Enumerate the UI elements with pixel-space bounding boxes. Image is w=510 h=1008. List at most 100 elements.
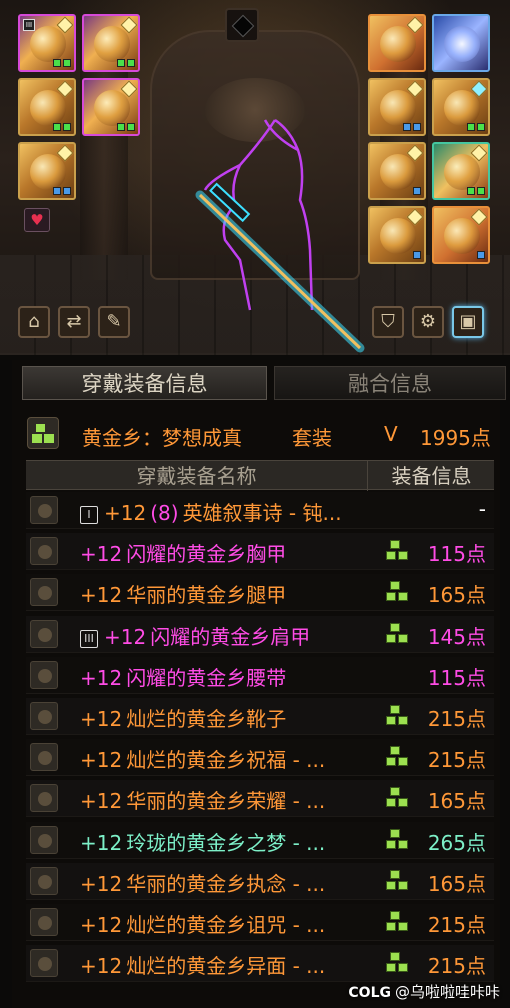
item-name-text: 灿烂的黄金乡祝福 - ... xyxy=(126,748,326,773)
table-row[interactable]: +12 闪耀的黄金乡腰带 115点 xyxy=(26,656,494,694)
slot-support[interactable] xyxy=(432,206,490,264)
table-row[interactable]: III +12 闪耀的黄金乡肩甲 145点 xyxy=(26,615,494,653)
title-icon xyxy=(30,26,66,62)
table-row[interactable]: +12 闪耀的黄金乡胸甲 115点 xyxy=(26,533,494,571)
tab-equip-info[interactable]: 穿戴装备信息 xyxy=(22,366,267,400)
slot-boots[interactable] xyxy=(368,206,426,264)
set-toggle-button[interactable]: ⛉ xyxy=(372,306,404,338)
amulet-icon xyxy=(444,90,480,126)
weapon-avatar-icon xyxy=(380,26,416,62)
title-gem-slot[interactable] xyxy=(225,8,259,42)
set-piece-icon xyxy=(386,828,410,851)
support-icon xyxy=(444,218,480,254)
grade-badge: I xyxy=(80,506,98,524)
set-piece-icon xyxy=(386,952,410,974)
item-name: +12 灿烂的黄金乡异面 - ... xyxy=(80,950,370,979)
set-summary: 黄金乡：梦想成真 套装 V 1995点 xyxy=(24,412,496,458)
item-name-text: 华丽的黄金乡执念 - ... xyxy=(126,871,326,896)
item-points: 215点 xyxy=(427,748,486,773)
slot-bracelet[interactable] xyxy=(368,78,426,136)
item-points: 215点 xyxy=(427,954,486,979)
set-icon xyxy=(27,417,59,449)
item-points: 265点 xyxy=(427,830,486,855)
bracelet-icon xyxy=(30,784,58,813)
table-row[interactable]: +12 灿烂的黄金乡靴子 215点 xyxy=(26,698,494,735)
gear-settings-button[interactable]: ⚙ xyxy=(412,306,444,338)
slot-title-aura[interactable] xyxy=(432,14,490,72)
slot-shoulder[interactable] xyxy=(18,78,76,136)
enhance-level: +12 xyxy=(104,624,147,649)
watermark: COLG @乌啦啦哇咔咔 xyxy=(348,981,500,1002)
boots-icon xyxy=(30,702,58,730)
aura-icon xyxy=(444,26,480,62)
set-name: 黄金乡：梦想成真 xyxy=(82,426,242,450)
slot-weapon-avatar[interactable] xyxy=(368,14,426,72)
slot-chest[interactable] xyxy=(82,78,140,136)
table-row[interactable]: +12 灿烂的黄金乡异面 - ... 215点 xyxy=(26,945,494,983)
item-name-text: 灿烂的黄金乡诅咒 - ... xyxy=(126,913,326,937)
swap-button[interactable]: ⇄ xyxy=(58,306,90,338)
item-points: 115点 xyxy=(427,665,486,690)
table-row[interactable]: +12 灿烂的黄金乡诅咒 - ... 215点 xyxy=(26,904,494,941)
slot-title[interactable]: III xyxy=(18,14,76,72)
pants-icon xyxy=(30,154,66,190)
item-name: +12 华丽的黄金乡荣耀 - ... xyxy=(80,785,370,814)
info-tabs: 穿戴装备信息 融合信息 xyxy=(12,366,506,400)
dye-button[interactable]: ✎ xyxy=(98,306,130,338)
set-rank: V xyxy=(384,422,398,446)
heart-icon[interactable]: ♥ xyxy=(24,208,50,232)
slot-belt[interactable] xyxy=(368,142,426,200)
belt-icon xyxy=(380,154,416,190)
table-row[interactable]: I +12 (8) 英雄叙事诗 - 钝... - xyxy=(26,492,494,529)
sword-icon xyxy=(195,182,365,353)
set-piece-icon xyxy=(386,622,410,645)
chest-armor-icon xyxy=(94,90,130,126)
set-piece-icon xyxy=(386,869,410,892)
set-piece-icon xyxy=(386,911,410,933)
slot-amulet[interactable] xyxy=(432,78,490,136)
enhance-level: +12 xyxy=(80,665,123,690)
set-piece-icon xyxy=(386,746,410,768)
equipment-view-button[interactable]: ▣ xyxy=(452,306,484,338)
item-name-text: 闪耀的黄金乡肩甲 xyxy=(150,624,311,649)
set-type: 套装 xyxy=(292,426,332,450)
enhance-level: +12 xyxy=(80,871,123,896)
enhance-level: +12 xyxy=(80,913,123,937)
chest-armor-icon xyxy=(30,537,58,566)
item-name-text: 灿烂的黄金乡靴子 xyxy=(126,707,287,731)
item-name-text: 闪耀的黄金乡胸甲 xyxy=(126,542,287,567)
table-row[interactable]: +12 玲珑的黄金乡之梦 - ... 265点 xyxy=(26,821,494,859)
table-row[interactable]: +12 华丽的黄金乡荣耀 - ... 165点 xyxy=(26,780,494,818)
item-name: III +12 闪耀的黄金乡肩甲 xyxy=(80,621,370,650)
slot-top-avatar[interactable] xyxy=(82,14,140,72)
enhance-level: +12 xyxy=(80,748,123,773)
header-name: 穿戴装备名称 xyxy=(26,461,368,491)
watermark-user: @乌啦啦哇咔咔 xyxy=(394,983,500,1001)
slot-pants[interactable] xyxy=(18,142,76,200)
enhance-level: +12 xyxy=(80,954,123,979)
background-pillar xyxy=(80,40,128,280)
item-name: +12 灿烂的黄金乡诅咒 - ... xyxy=(80,909,370,938)
refine-level: (8) xyxy=(150,501,179,525)
slot-ring[interactable] xyxy=(432,142,490,200)
chest-button[interactable]: ⌂ xyxy=(18,306,50,338)
set-piece-icon xyxy=(386,581,410,603)
set-piece-icon xyxy=(386,787,410,809)
item-name: +12 灿烂的黄金乡靴子 xyxy=(80,703,370,732)
item-name: +12 闪耀的黄金乡胸甲 xyxy=(80,538,370,567)
table-row[interactable]: +12 华丽的黄金乡执念 - ... 165点 xyxy=(26,862,494,900)
table-row[interactable]: +12 华丽的黄金乡腿甲 165点 xyxy=(26,574,494,612)
item-name-text: 英雄叙事诗 - 钝... xyxy=(182,501,342,525)
tab-fusion-info[interactable]: 融合信息 xyxy=(274,366,506,400)
magic-stone-icon xyxy=(30,908,58,936)
header-info: 装备信息 xyxy=(391,464,472,488)
table-header: 穿戴装备名称 装备信息 xyxy=(26,460,494,491)
table-row[interactable]: +12 灿烂的黄金乡祝福 - ... 215点 xyxy=(26,739,494,777)
belt-icon xyxy=(30,660,58,689)
bracelet-icon xyxy=(380,90,416,126)
set-piece-icon xyxy=(386,705,410,727)
avatar-icon xyxy=(94,26,130,62)
earring-icon xyxy=(30,949,58,978)
set-points: 1995点 xyxy=(420,426,491,450)
character-figure xyxy=(195,118,365,353)
